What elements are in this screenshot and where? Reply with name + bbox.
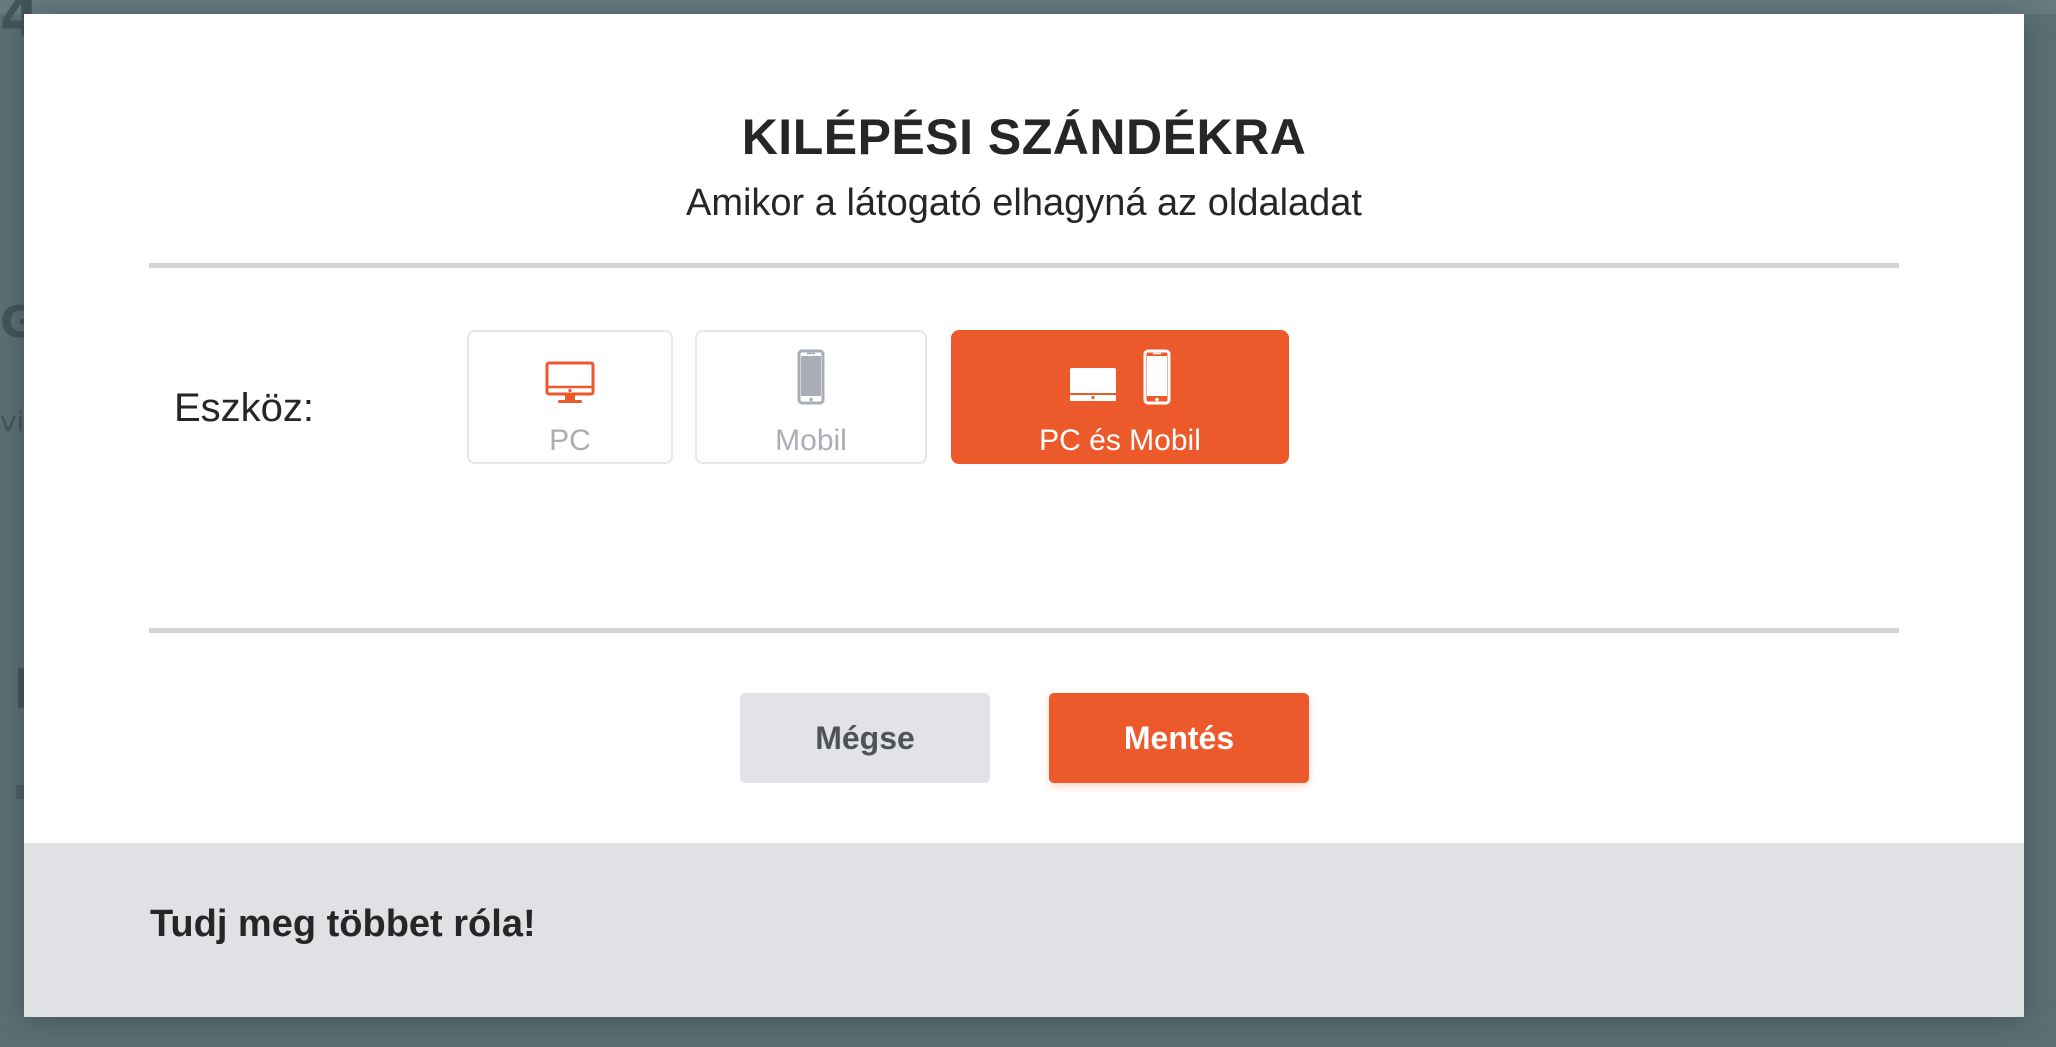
divider — [149, 263, 1899, 268]
modal-footer: Tudj meg többet róla! — [24, 843, 2024, 1017]
phone-icon — [797, 349, 825, 410]
desktop-icon — [1069, 367, 1117, 410]
desktop-icon — [545, 361, 595, 410]
device-option-label: PC és Mobil — [1039, 424, 1201, 457]
device-option-label: Mobil — [775, 424, 847, 457]
exit-intent-modal: KILÉPÉSI SZÁNDÉKRA Amikor a látogató elh… — [24, 14, 2024, 1017]
cancel-button[interactable]: Mégse — [740, 693, 990, 783]
device-label: Eszköz: — [174, 386, 315, 430]
device-option-mobile[interactable]: Mobil — [695, 330, 927, 464]
save-button[interactable]: Mentés — [1049, 693, 1309, 783]
device-option-pc-and-mobile[interactable]: PC és Mobil — [951, 330, 1289, 464]
learn-more-link[interactable]: Tudj meg többet róla! — [150, 903, 536, 946]
modal-subtitle: Amikor a látogató elhagyná az oldaladat — [685, 182, 1362, 224]
device-option-label: PC — [549, 424, 591, 457]
device-option-pc[interactable]: PC — [467, 330, 673, 464]
modal-title: KILÉPÉSI SZÁNDÉKRA — [741, 109, 1307, 165]
divider — [149, 628, 1899, 633]
phone-icon — [1143, 349, 1171, 410]
